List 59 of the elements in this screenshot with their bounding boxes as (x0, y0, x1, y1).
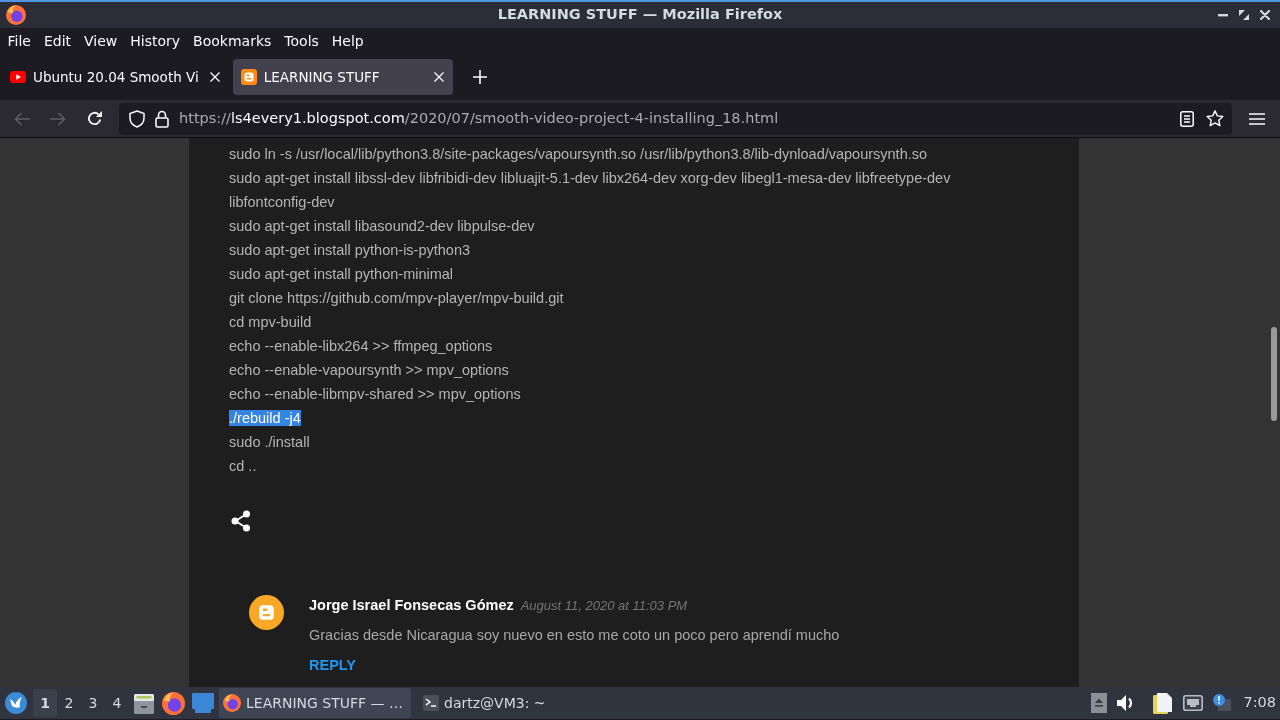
file-cabinet-icon[interactable] (133, 692, 155, 714)
command-text: ./rebuild -j4 (229, 410, 301, 426)
taskbar-window-button[interactable]: dartz@VM3: ~ (419, 688, 554, 718)
command-text: echo --enable-libmpv-shared >> mpv_options (229, 386, 521, 402)
start-menu-icon[interactable] (5, 692, 27, 714)
command-text: cd mpv-build (229, 314, 312, 330)
terminal-icon (423, 695, 439, 711)
avatar-icon (249, 595, 284, 630)
b-logo-icon (240, 69, 257, 85)
play-button-icon (10, 71, 26, 83)
command-text: echo --enable-vapoursynth >> mpv_options (229, 362, 509, 378)
menu-item[interactable]: History (123, 31, 187, 51)
desktop-icon[interactable] (192, 693, 214, 713)
workspace-button[interactable]: 3 (81, 689, 105, 717)
workspace-button[interactable]: 4 (105, 689, 129, 717)
command-text: sudo apt-get install python-minimal (229, 266, 454, 282)
browser-tab[interactable]: LEARNING STUFF (232, 59, 453, 95)
command-text: sudo apt-get install python-is-python3 (229, 242, 471, 258)
command-text: echo --enable-libx264 >> ffmpeg_options (229, 338, 493, 354)
lock-icon[interactable] (155, 109, 169, 128)
command-text: git clone https://github.com/mpv-player/mpv-build.git (229, 290, 564, 306)
share-icon[interactable] (231, 510, 251, 532)
menu-item[interactable]: View (77, 31, 124, 51)
command-text: sudo ln -s /usr/local/lib/python3.8/site-packages/vapoursynth.so /usr/lib/python3.8/lib-dynload/vapoursynth.so (229, 146, 928, 162)
close-icon[interactable] (1260, 10, 1270, 20)
firefox-icon[interactable] (162, 691, 185, 715)
notification-icon[interactable] (1213, 694, 1232, 712)
browser-tab[interactable]: Ubuntu 20.04 Smooth Vi (2, 59, 229, 95)
taskbar-window-button[interactable]: LEARNING STUFF — … (219, 688, 411, 718)
window-title: LEARNING STUFF — Mozilla Firefox (497, 5, 783, 25)
workspace-button[interactable]: 1 (33, 689, 57, 717)
menu-item[interactable]: Edit (37, 31, 78, 51)
clipboard-icon[interactable] (1153, 692, 1174, 714)
firefox-icon (223, 694, 241, 712)
comment-date[interactable]: August 11, 2020 at 11:03 PM (520, 596, 688, 616)
comment-text: Gracias desde Nicaragua soy nuevo en esto me coto un poco pero aprendí mucho (309, 626, 840, 645)
firefox-icon[interactable] (6, 5, 26, 25)
reader-view-icon[interactable] (1180, 110, 1194, 127)
plus-icon[interactable] (472, 70, 487, 84)
reload-icon[interactable] (86, 110, 103, 127)
menu-item[interactable]: Help (325, 31, 371, 51)
scrollbar-thumb[interactable] (1271, 327, 1277, 421)
menu-item[interactable]: Bookmarks (186, 31, 278, 51)
star-icon[interactable] (1206, 110, 1224, 127)
menu-icon[interactable] (1249, 112, 1265, 125)
clock: 7:08 (1243, 693, 1276, 713)
eject-icon[interactable] (1091, 693, 1108, 713)
maximize-icon[interactable] (1239, 10, 1249, 20)
menu-item[interactable]: Tools (277, 31, 326, 51)
command-text: cd .. (229, 458, 257, 474)
network-port-icon[interactable] (1183, 695, 1204, 711)
command-text: sudo apt-get install libasound2-dev libpulse-dev (229, 218, 535, 234)
reply-link[interactable]: REPLY (309, 655, 356, 675)
menu-item[interactable]: File (1, 31, 38, 51)
workspace-button[interactable]: 2 (57, 689, 81, 717)
url-field[interactable]: https://ls4every1.blogspot.com/2020/07/smooth-video-project-4-installing_18.html (119, 102, 1232, 135)
shield-icon[interactable] (129, 109, 145, 128)
comment-author: Jorge Israel Fonsecas Gómez (309, 596, 514, 615)
command-text: sudo ./install (229, 434, 310, 450)
